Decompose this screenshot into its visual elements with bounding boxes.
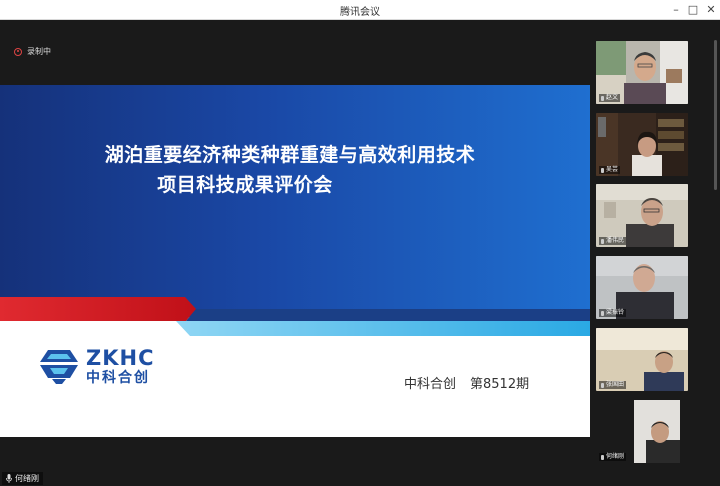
mic-icon <box>601 238 604 244</box>
mic-icon <box>601 454 604 460</box>
shared-screen-stage: 录制中 湖泊重要经济种类种群重建与高效利用技术 项目科技成果评价会 ZKHC 中… <box>0 20 590 486</box>
maximize-icon[interactable]: □ <box>685 2 701 18</box>
close-icon[interactable]: ✕ <box>703 2 719 18</box>
recording-label: 录制中 <box>27 47 51 56</box>
meeting-window: 腾讯会议 – □ ✕ 录制中 湖泊重要经济种类种群重建与高效利用技术 项目科技成… <box>0 0 720 486</box>
participant-name-tag: 梁振铃 <box>599 309 627 317</box>
minimize-icon[interactable]: – <box>668 2 684 18</box>
mic-icon <box>601 310 604 316</box>
participant-name: 梁振铃 <box>606 309 625 316</box>
participant-name-tag: 张国田 <box>599 381 627 389</box>
slide-title-line1: 湖泊重要经济种类种群重建与高效利用技术 <box>104 144 476 166</box>
issue-line: 中科合创 第8512期 <box>404 373 543 392</box>
participant-name: 吴芸 <box>606 166 619 173</box>
participant-name-tag: 赵文 <box>599 94 621 102</box>
participant-tile[interactable]: 何绪刚 <box>596 400 688 463</box>
participant-tile[interactable]: 赵文 <box>596 41 688 104</box>
panel-scrollbar[interactable] <box>714 40 717 190</box>
issue-number: 第8512期 <box>470 377 530 392</box>
mic-icon <box>601 95 604 101</box>
participant-tile[interactable]: 梁振铃 <box>596 256 688 319</box>
self-name: 何绪刚 <box>15 474 39 483</box>
participant-name-tag: 吴芸 <box>599 166 621 174</box>
organizer-name: 中科合创 <box>404 377 457 392</box>
participant-name: 潘伟民 <box>606 237 625 244</box>
logo-text: ZKHC 中科合创 <box>86 347 155 387</box>
microphone-icon[interactable] <box>6 474 12 483</box>
zkhc-logo-icon <box>40 350 78 384</box>
record-icon <box>14 47 22 56</box>
participant-name-tag: 潘伟民 <box>599 237 627 245</box>
participant-name: 赵文 <box>606 94 619 101</box>
self-name-tag: 何绪刚 <box>2 472 43 485</box>
logo-chinese: 中科合创 <box>86 370 150 386</box>
participant-tile[interactable]: 潘伟民 <box>596 184 688 247</box>
participant-tile[interactable]: 吴芸 <box>596 113 688 176</box>
participant-name: 张国田 <box>606 381 625 388</box>
participant-name-tag: 何绪刚 <box>599 453 627 461</box>
slide-title: 湖泊重要经济种类种群重建与高效利用技术 项目科技成果评价会 <box>0 140 590 200</box>
mic-icon <box>601 167 604 173</box>
recording-indicator[interactable]: 录制中 <box>14 46 51 57</box>
zkhc-logo: ZKHC 中科合创 <box>38 347 178 391</box>
logo-english: ZKHC <box>86 346 155 370</box>
window-title: 腾讯会议 <box>340 7 380 18</box>
presentation-slide: 湖泊重要经济种类种群重建与高效利用技术 项目科技成果评价会 ZKHC 中科合创 … <box>0 85 590 437</box>
slide-title-line2: 项目科技成果评价会 <box>157 174 333 196</box>
mic-icon <box>601 382 604 388</box>
participant-tile[interactable]: 张国田 <box>596 328 688 391</box>
title-bar: 腾讯会议 – □ ✕ <box>0 0 720 20</box>
participant-name: 何绪刚 <box>606 453 625 460</box>
